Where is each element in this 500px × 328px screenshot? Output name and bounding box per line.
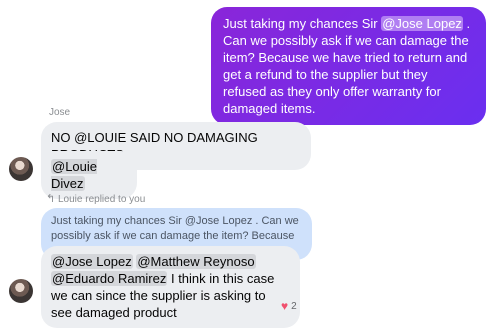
- reaction-count: 2: [291, 300, 297, 312]
- mention-eduardo-ramirez[interactable]: @Eduardo Ramirez: [51, 271, 168, 286]
- sender-name: Jose: [49, 107, 71, 118]
- outgoing-message-bubble[interactable]: Just taking my chances Sir @Jose Lopez .…: [211, 7, 486, 125]
- reply-indicator: ↰ Louie replied to you: [46, 192, 145, 205]
- avatar[interactable]: [9, 157, 33, 181]
- heart-icon: ♥: [281, 299, 289, 313]
- mention-matthew-reynoso[interactable]: @Matthew Reynoso: [136, 254, 256, 269]
- outgoing-message-text-rest: . Can we possibly ask if we can damage t…: [223, 16, 471, 116]
- mention-louie-divez[interactable]: @Louie Divez: [51, 159, 98, 191]
- avatar[interactable]: [9, 279, 33, 303]
- incoming-message-bubble[interactable]: @Jose Lopez @Matthew Reynoso @Eduardo Ra…: [41, 246, 300, 328]
- reaction-badge[interactable]: ♥ 2: [281, 300, 297, 312]
- outgoing-message-text: Just taking my chances Sir: [223, 16, 382, 31]
- reply-arrow-icon: ↰: [46, 193, 56, 205]
- mention-jose-lopez[interactable]: @Jose Lopez: [381, 16, 463, 31]
- reply-indicator-label: Louie replied to you: [58, 194, 146, 205]
- mention-jose-lopez[interactable]: @Jose Lopez: [51, 254, 133, 269]
